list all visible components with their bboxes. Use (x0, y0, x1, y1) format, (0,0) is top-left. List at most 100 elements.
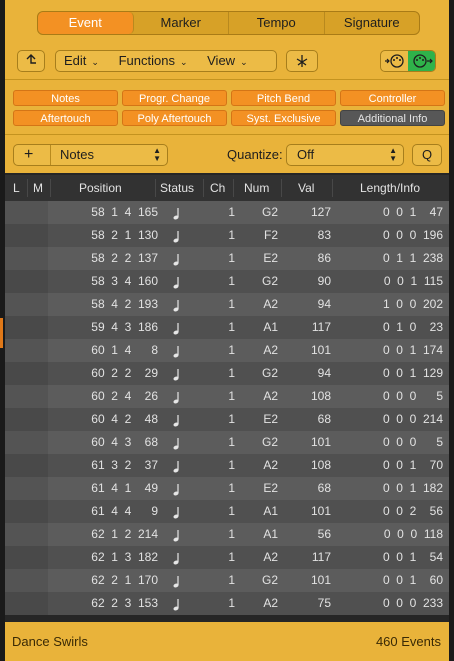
position-cell[interactable]: 60 2 2 29 (91, 362, 158, 385)
catch-button[interactable] (286, 50, 318, 72)
val-cell[interactable]: 86 (318, 247, 331, 270)
lock-mute-cell[interactable] (5, 385, 48, 408)
length-cell[interactable]: 0 0 1 47 (383, 201, 443, 224)
val-cell[interactable]: 83 (318, 224, 331, 247)
channel-cell[interactable]: 1 (228, 500, 235, 523)
num-cell[interactable]: E2 (263, 477, 278, 500)
length-cell[interactable]: 0 0 1 54 (383, 546, 443, 569)
tab-tempo[interactable]: Tempo (229, 12, 325, 34)
tab-signature[interactable]: Signature (325, 12, 420, 34)
length-cell[interactable]: 0 0 0 5 (383, 385, 443, 408)
num-cell[interactable]: G2 (262, 362, 278, 385)
channel-cell[interactable]: 1 (228, 592, 235, 615)
val-cell[interactable]: 108 (311, 385, 331, 408)
quantize-select[interactable]: Off ▲ ▼ (286, 144, 404, 166)
tab-event[interactable]: Event (38, 12, 134, 34)
position-cell[interactable]: 60 2 4 26 (91, 385, 158, 408)
num-cell[interactable]: A2 (263, 546, 278, 569)
table-row[interactable]: 62 1 2 214 1 A1 56 0 0 0 118 (5, 523, 449, 546)
table-row[interactable]: 58 3 4 160 1 G2 90 0 0 1 115 (5, 270, 449, 293)
val-cell[interactable]: 127 (311, 201, 331, 224)
channel-cell[interactable]: 1 (228, 408, 235, 431)
val-cell[interactable]: 117 (312, 316, 331, 339)
table-row[interactable]: 61 4 4 9 1 A1 101 0 0 2 56 (5, 500, 449, 523)
position-cell[interactable]: 60 4 2 48 (91, 408, 158, 431)
table-row[interactable]: 58 2 2 137 1 E2 86 0 1 1 238 (5, 247, 449, 270)
position-cell[interactable]: 61 3 2 37 (91, 454, 158, 477)
col-num[interactable]: Num (244, 175, 269, 201)
lock-mute-cell[interactable] (5, 247, 48, 270)
lock-mute-cell[interactable] (5, 270, 48, 293)
lock-mute-cell[interactable] (5, 201, 48, 224)
channel-cell[interactable]: 1 (228, 339, 235, 362)
num-cell[interactable]: A1 (263, 523, 278, 546)
length-cell[interactable]: 0 0 1 182 (383, 477, 443, 500)
table-row[interactable]: 61 4 1 49 1 E2 68 0 0 1 182 (5, 477, 449, 500)
table-row[interactable]: 62 2 1 170 1 G2 101 0 0 1 60 (5, 569, 449, 592)
table-row[interactable]: 60 1 4 8 1 A2 101 0 0 1 174 (5, 339, 449, 362)
channel-cell[interactable]: 1 (228, 454, 235, 477)
position-cell[interactable]: 60 4 3 68 (91, 431, 158, 454)
channel-cell[interactable]: 1 (228, 270, 235, 293)
filter-poly-aftertouch[interactable]: Poly Aftertouch (122, 110, 227, 126)
val-cell[interactable]: 75 (318, 592, 331, 615)
filter-notes[interactable]: Notes (13, 90, 118, 106)
lock-mute-cell[interactable] (5, 293, 48, 316)
lock-mute-cell[interactable] (5, 477, 48, 500)
length-cell[interactable]: 0 0 0 118 (384, 523, 443, 546)
lock-mute-cell[interactable] (5, 500, 48, 523)
view-menu[interactable]: View ⌄ (199, 51, 256, 72)
lock-mute-cell[interactable] (5, 546, 48, 569)
val-cell[interactable]: 56 (318, 523, 331, 546)
position-cell[interactable]: 58 2 2 137 (91, 247, 158, 270)
length-cell[interactable]: 1 0 0 202 (383, 293, 443, 316)
col-channel[interactable]: Ch (210, 175, 225, 201)
col-position[interactable]: Position (79, 175, 122, 201)
lock-mute-cell[interactable] (5, 316, 48, 339)
position-cell[interactable]: 59 4 3 186 (91, 316, 158, 339)
table-row[interactable]: 60 4 2 48 1 E2 68 0 0 0 214 (5, 408, 449, 431)
col-l[interactable]: L (13, 175, 20, 201)
num-cell[interactable]: G2 (262, 270, 278, 293)
lock-mute-cell[interactable] (5, 339, 48, 362)
position-cell[interactable]: 62 2 3 153 (91, 592, 158, 615)
lock-mute-cell[interactable] (5, 224, 48, 247)
col-length-info[interactable]: Length/Info (360, 175, 420, 201)
position-cell[interactable]: 60 1 4 8 (91, 339, 158, 362)
num-cell[interactable]: A2 (263, 385, 278, 408)
val-cell[interactable]: 101 (311, 339, 331, 362)
channel-cell[interactable]: 1 (228, 569, 235, 592)
filter-program-change[interactable]: Progr. Change (122, 90, 227, 106)
position-cell[interactable]: 58 1 4 165 (91, 201, 158, 224)
table-row[interactable]: 60 4 3 68 1 G2 101 0 0 0 5 (5, 431, 449, 454)
length-cell[interactable]: 0 0 2 56 (383, 500, 443, 523)
channel-cell[interactable]: 1 (228, 293, 235, 316)
position-cell[interactable]: 62 1 2 214 (91, 523, 158, 546)
length-cell[interactable]: 0 0 0 214 (383, 408, 443, 431)
length-cell[interactable]: 0 0 1 129 (383, 362, 443, 385)
lock-mute-cell[interactable] (5, 431, 48, 454)
num-cell[interactable]: E2 (263, 408, 278, 431)
num-cell[interactable]: A1 (263, 500, 278, 523)
val-cell[interactable]: 94 (318, 362, 331, 385)
position-cell[interactable]: 58 3 4 160 (91, 270, 158, 293)
lock-mute-cell[interactable] (5, 523, 48, 546)
val-cell[interactable]: 90 (318, 270, 331, 293)
position-cell[interactable]: 62 2 1 170 (91, 569, 158, 592)
channel-cell[interactable]: 1 (228, 523, 235, 546)
col-val[interactable]: Val (298, 175, 314, 201)
length-cell[interactable]: 0 0 1 115 (384, 270, 443, 293)
val-cell[interactable]: 117 (312, 546, 331, 569)
table-row[interactable]: 61 3 2 37 1 A2 108 0 0 1 70 (5, 454, 449, 477)
num-cell[interactable]: A2 (263, 339, 278, 362)
val-cell[interactable]: 68 (318, 408, 331, 431)
table-row[interactable]: 60 2 4 26 1 A2 108 0 0 0 5 (5, 385, 449, 408)
num-cell[interactable]: A1 (263, 316, 278, 339)
lock-mute-cell[interactable] (5, 408, 48, 431)
filter-controller[interactable]: Controller (340, 90, 445, 106)
midi-out-button[interactable] (408, 51, 435, 71)
lock-mute-cell[interactable] (5, 454, 48, 477)
channel-cell[interactable]: 1 (228, 431, 235, 454)
filter-system-exclusive[interactable]: Syst. Exclusive (231, 110, 336, 126)
val-cell[interactable]: 101 (311, 431, 331, 454)
